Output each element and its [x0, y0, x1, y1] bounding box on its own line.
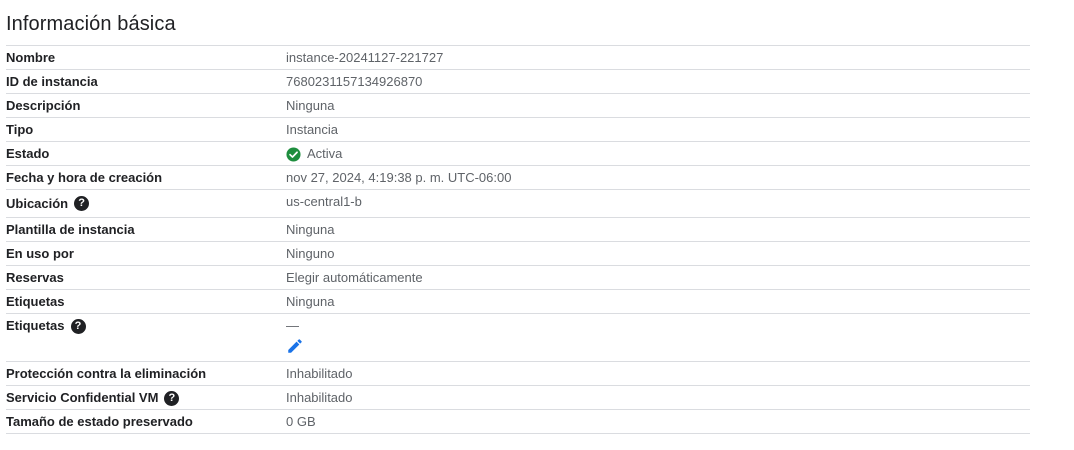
row-label: Ubicación ? — [6, 190, 286, 217]
row-etiquetas: Etiquetas Ninguna — [6, 290, 1030, 314]
label-text: Protección contra la eliminación — [6, 366, 207, 381]
label-text: Estado — [6, 146, 50, 161]
section-title: Información básica — [6, 0, 1030, 46]
row-value: Inhabilitado — [286, 362, 1030, 386]
basic-info-panel: Información básica Nombre instance-20241… — [6, 0, 1030, 434]
row-value: nov 27, 2024, 4:19:38 p. m. UTC-06:00 — [286, 166, 1030, 190]
value-text: nov 27, 2024, 4:19:38 p. m. UTC-06:00 — [286, 170, 512, 185]
row-value: 0 GB — [286, 410, 1030, 434]
label-text: Nombre — [6, 50, 56, 65]
row-value: 7680231157134926870 — [286, 70, 1030, 94]
value-text: Ninguno — [286, 246, 335, 261]
value-text: 0 GB — [286, 414, 316, 429]
label-text: Plantilla de instancia — [6, 222, 135, 237]
status-text: Activa — [307, 146, 343, 161]
row-label: Fecha y hora de creación — [6, 166, 286, 190]
label-text: Etiquetas — [6, 294, 65, 309]
row-reservas: Reservas Elegir automáticamente — [6, 266, 1030, 290]
row-value: Ninguna — [286, 218, 1030, 242]
row-label: Protección contra la eliminación — [6, 362, 286, 386]
row-label: ID de instancia — [6, 70, 286, 94]
value-text: Ninguna — [286, 98, 335, 113]
row-value: Ninguno — [286, 242, 1030, 266]
row-en-uso-por: En uso por Ninguno — [6, 242, 1030, 266]
row-nombre: Nombre instance-20241127-221727 — [6, 46, 1030, 70]
row-estado-preservado: Tamaño de estado preservado 0 GB — [6, 410, 1030, 434]
value-text: Inhabilitado — [286, 390, 353, 405]
row-descripcion: Descripción Ninguna — [6, 94, 1030, 118]
label-text: Descripción — [6, 98, 81, 113]
row-id-instancia: ID de instancia 7680231157134926870 — [6, 70, 1030, 94]
row-fecha-creacion: Fecha y hora de creación nov 27, 2024, 4… — [6, 166, 1030, 190]
row-label: Plantilla de instancia — [6, 218, 286, 242]
label-text: Reservas — [6, 270, 64, 285]
label-text: Etiquetas — [6, 318, 65, 333]
row-label: Descripción — [6, 94, 286, 118]
value-text: us-central1-b — [286, 194, 362, 209]
label-text: Servicio Confidential VM — [6, 390, 159, 405]
row-proteccion-eliminacion: Protección contra la eliminación Inhabil… — [6, 362, 1030, 386]
row-tipo: Tipo Instancia — [6, 118, 1030, 142]
details-table: Nombre instance-20241127-221727 ID de in… — [6, 46, 1030, 434]
row-label: Reservas — [6, 266, 286, 290]
value-text: Inhabilitado — [286, 366, 353, 381]
row-label: Estado — [6, 142, 286, 166]
row-value: instance-20241127-221727 — [286, 46, 1030, 70]
row-ubicacion: Ubicación ? us-central1-b — [6, 190, 1030, 218]
row-etiquetas-labels: Etiquetas ? — — [6, 314, 1030, 362]
value-text: Instancia — [286, 122, 339, 137]
row-label: Tamaño de estado preservado — [6, 410, 286, 434]
row-plantilla: Plantilla de instancia Ninguna — [6, 218, 1030, 242]
row-value: Elegir automáticamente — [286, 266, 1030, 290]
help-icon[interactable]: ? — [164, 390, 180, 406]
label-text: Fecha y hora de creación — [6, 170, 163, 185]
row-value: — — [286, 314, 1030, 359]
value-text: Ninguna — [286, 222, 335, 237]
value-text: instance-20241127-221727 — [286, 50, 444, 65]
value-text: 7680231157134926870 — [286, 74, 423, 89]
row-value: us-central1-b — [286, 190, 1030, 214]
row-label: Etiquetas — [6, 290, 286, 314]
label-text: Tipo — [6, 122, 34, 137]
value-text: Elegir automáticamente — [286, 270, 423, 285]
row-estado: Estado Activa — [6, 142, 1030, 166]
label-text: Tamaño de estado preservado — [6, 414, 193, 429]
row-confidential-vm: Servicio Confidential VM ? Inhabilitado — [6, 386, 1030, 410]
row-label: Nombre — [6, 46, 286, 70]
value-text: Ninguna — [286, 294, 335, 309]
label-text: ID de instancia — [6, 74, 98, 89]
help-icon[interactable]: ? — [74, 196, 90, 211]
row-label: Servicio Confidential VM ? — [6, 386, 286, 410]
help-icon[interactable]: ? — [70, 318, 86, 334]
row-value: Ninguna — [286, 290, 1030, 314]
row-value: Inhabilitado — [286, 386, 1030, 410]
edit-pencil-icon[interactable] — [286, 337, 304, 355]
row-value: Ninguna — [286, 94, 1030, 118]
row-label: En uso por — [6, 242, 286, 266]
check-circle-icon — [286, 146, 301, 162]
row-value: Instancia — [286, 118, 1030, 142]
label-text: Ubicación — [6, 195, 69, 211]
row-label: Etiquetas ? — [6, 314, 286, 338]
label-text: En uso por — [6, 246, 74, 261]
row-value: Activa — [286, 142, 1030, 166]
row-label: Tipo — [6, 118, 286, 142]
